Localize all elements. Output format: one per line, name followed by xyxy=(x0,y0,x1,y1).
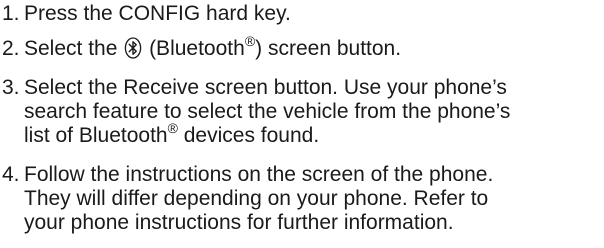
step-text: Select the Receive screen button. Use yo… xyxy=(24,76,604,148)
step-line-segment: ) screen button. xyxy=(255,37,402,60)
step-number: 4. xyxy=(2,163,20,186)
step-line: list of Bluetooth® devices found. xyxy=(24,121,604,148)
registered-mark: ® xyxy=(244,33,256,49)
step-line-segment: (Bluetooth xyxy=(143,37,245,60)
step-line: search feature to select the vehicle fro… xyxy=(24,100,511,123)
step-number: 1. xyxy=(2,2,20,25)
step-text: Press the CONFIG hard key. xyxy=(24,2,604,26)
step-text: Select the (Bluetooth®) screen button. xyxy=(24,34,604,61)
step-line-segment: list of Bluetooth xyxy=(24,124,168,147)
step-line: They will differ depending on your phone… xyxy=(24,187,489,210)
step-line: Follow the instructions on the screen of… xyxy=(24,163,494,186)
step-number: 3. xyxy=(2,76,20,99)
step-text: Follow the instructions on the screen of… xyxy=(24,163,604,235)
step-number: 2. xyxy=(2,37,20,60)
bluetooth-icon xyxy=(124,37,142,59)
step-line-segment: Select the xyxy=(24,37,124,60)
step-line: your phone instructions for further info… xyxy=(24,211,454,234)
step-line: Select the Receive screen button. Use yo… xyxy=(24,76,507,99)
registered-mark: ® xyxy=(167,120,178,136)
step-line-segment: devices found. xyxy=(177,124,320,147)
step-line: Press the CONFIG hard key. xyxy=(24,2,291,25)
step-line: Select the (Bluetooth®) screen button. xyxy=(24,34,604,61)
